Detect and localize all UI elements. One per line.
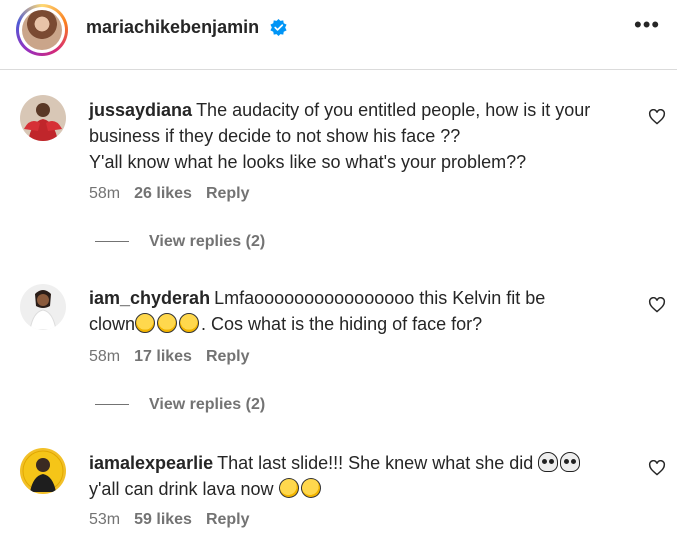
avatar-photo — [20, 95, 66, 141]
like-heart-icon[interactable] — [648, 109, 666, 125]
comment-body-line: Lmfaoooooooooooooooo this Kelvin fit be — [214, 288, 546, 308]
comment-meta: 53m 59 likes Reply — [89, 511, 264, 529]
comment-body-line: clown — [89, 314, 136, 334]
reply-button[interactable]: Reply — [206, 185, 250, 202]
laughing-emoji-icon — [179, 313, 200, 333]
view-replies-label: View replies (2) — [149, 396, 266, 413]
reply-button[interactable]: Reply — [206, 348, 250, 365]
comment-body-line: That last slide!!! She knew what she did — [217, 453, 534, 473]
like-heart-icon[interactable] — [648, 297, 666, 313]
comment-username[interactable]: jussaydiana — [89, 100, 192, 120]
comment-body-line: Y'all know what he looks like so what's … — [89, 152, 527, 172]
more-options-button[interactable]: ••• — [634, 14, 660, 37]
comment-meta: 58m 26 likes Reply — [89, 185, 264, 203]
author-avatar[interactable] — [16, 4, 68, 56]
comment-likes[interactable]: 59 likes — [134, 511, 192, 528]
laughing-emoji-icon — [135, 313, 156, 333]
comment-body-line: . Cos what is the hiding of face for? — [201, 314, 483, 334]
comment-time[interactable]: 58m — [89, 348, 120, 365]
view-replies-button[interactable]: View replies (2) — [95, 233, 265, 251]
author-username[interactable]: mariachikebenjamin — [86, 17, 259, 38]
comment-time[interactable]: 53m — [89, 511, 120, 528]
replies-divider — [95, 404, 129, 406]
view-replies-label: View replies (2) — [149, 233, 266, 250]
avatar-photo — [20, 448, 66, 494]
avatar-photo — [20, 284, 66, 330]
comment-username[interactable]: iamalexpearlie — [89, 453, 213, 473]
skull-emoji-icon — [538, 452, 559, 472]
comment-body-line: The audacity of you entitled people, how… — [196, 100, 591, 120]
commenter-avatar[interactable] — [20, 95, 66, 141]
post-header: mariachikebenjamin ••• — [0, 0, 677, 70]
skull-emoji-icon — [560, 452, 581, 472]
comment-text: iamalexpearlie That last slide!!! She kne… — [89, 450, 634, 502]
comment-likes[interactable]: 26 likes — [134, 185, 192, 202]
laughing-emoji-icon — [157, 313, 178, 333]
comment-username[interactable]: iam_chyderah — [89, 288, 210, 308]
comment-text: jussaydiana The audacity of you entitled … — [89, 97, 634, 175]
like-heart-icon[interactable] — [648, 460, 666, 476]
commenter-avatar[interactable] — [20, 448, 66, 494]
comment-likes[interactable]: 17 likes — [134, 348, 192, 365]
comment-body-line: business if they decide to not show his … — [89, 126, 461, 146]
comment-time[interactable]: 58m — [89, 185, 120, 202]
rofl-emoji-icon — [296, 474, 325, 502]
replies-divider — [95, 241, 129, 243]
comment-meta: 58m 17 likes Reply — [89, 348, 264, 366]
verified-badge-icon — [270, 18, 287, 37]
comment-body-line: y'all can drink lava now — [89, 479, 274, 499]
author-photo — [22, 10, 62, 50]
comment-text: iam_chyderah Lmfaoooooooooooooooo this Ke… — [89, 285, 634, 337]
view-replies-button[interactable]: View replies (2) — [95, 396, 265, 414]
rofl-emoji-icon — [274, 474, 303, 502]
reply-button[interactable]: Reply — [206, 511, 250, 528]
commenter-avatar[interactable] — [20, 284, 66, 330]
